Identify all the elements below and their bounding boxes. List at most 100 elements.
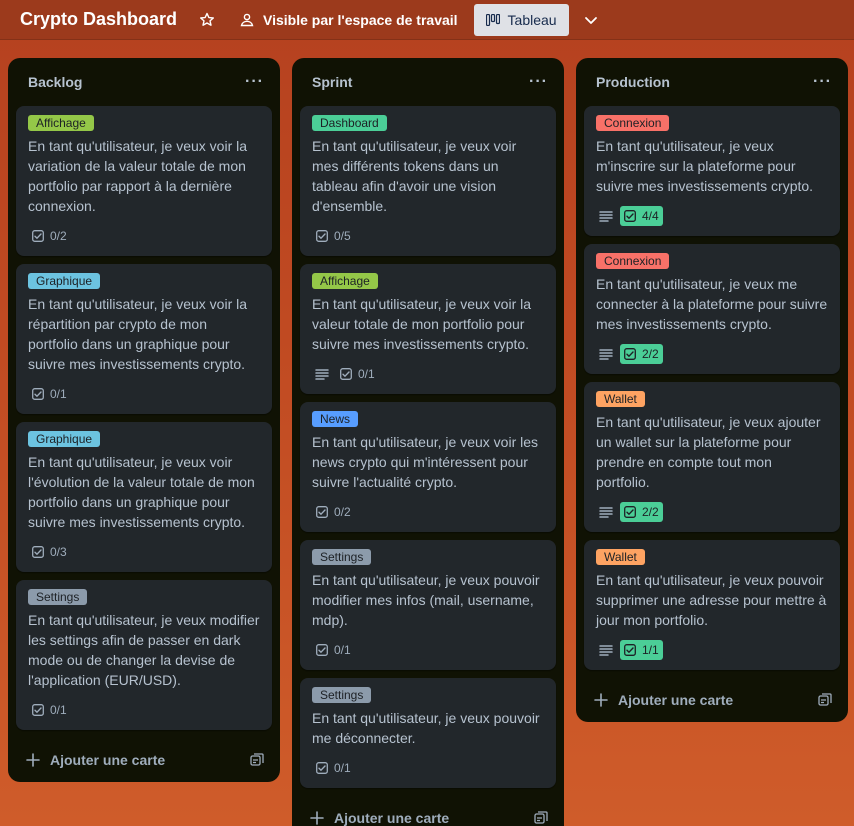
list-backlog: Backlog ··· Affichage En tant qu'utilisateu… (8, 58, 280, 782)
card-title: En tant qu'utilisateur, je veux pouvoir … (312, 710, 540, 746)
card-title: En tant qu'utilisateur, je veux ajouter … (596, 414, 821, 490)
list-title[interactable]: Sprint (312, 74, 352, 90)
list-production: Production ··· Connexion En tant qu'utilisa… (576, 58, 848, 722)
list-title[interactable]: Backlog (28, 74, 82, 90)
people-icon (240, 13, 254, 26)
card-label[interactable]: Settings (312, 687, 372, 703)
card[interactable]: Graphique En tant qu'utilisateur, je veux… (16, 264, 272, 414)
add-card-button[interactable]: Ajouter une carte (310, 810, 449, 826)
view-switcher-button[interactable]: Tableau (473, 3, 569, 36)
card[interactable]: News En tant qu'utilisateur, je veux voir… (300, 402, 556, 532)
add-card-label: Ajouter une carte (334, 810, 450, 826)
card-template-icon[interactable] (818, 693, 832, 707)
card[interactable]: Graphique En tant qu'utilisateur, je veux… (16, 422, 272, 572)
card-label[interactable]: Affichage (28, 115, 94, 131)
card-badges: 0/1 (312, 638, 544, 662)
checklist-count: 0/5 (334, 229, 351, 243)
card-label[interactable]: Graphique (28, 273, 101, 289)
checklist-badge: 0/3 (28, 542, 71, 562)
card[interactable]: Affichage En tant qu'utilisateur, je veux… (16, 106, 272, 256)
card-title: En tant qu'utilisateur, je veux voir la … (312, 296, 532, 352)
checklist-icon (316, 230, 328, 242)
card-label[interactable]: News (312, 411, 359, 427)
checklist-icon (624, 210, 636, 222)
checklist-icon (32, 388, 44, 400)
board-view-icon (485, 13, 500, 26)
card-title: En tant qu'utilisateur, je veux voir les… (312, 434, 539, 490)
checklist-badge: 0/1 (312, 758, 355, 778)
list-menu-icon[interactable]: ··· (813, 73, 832, 91)
checklist-count: 0/1 (334, 761, 351, 775)
card[interactable]: Settings En tant qu'utilisateur, je veux … (300, 540, 556, 670)
checklist-count: 2/2 (642, 347, 659, 361)
card-title: En tant qu'utilisateur, je veux voir la … (28, 138, 248, 214)
plus-icon (310, 811, 324, 825)
board-title[interactable]: Crypto Dashboard (20, 9, 177, 30)
checklist-count: 0/2 (334, 505, 351, 519)
checklist-count: 0/1 (334, 643, 351, 657)
checklist-count: 0/1 (50, 387, 67, 401)
card-title: En tant qu'utilisateur, je veux me conne… (596, 276, 828, 332)
add-card-button[interactable]: Ajouter une carte (594, 692, 733, 708)
card[interactable]: Wallet En tant qu'utilisateur, je veux aj… (584, 382, 840, 532)
checklist-icon (624, 506, 636, 518)
checklist-icon (340, 368, 352, 380)
card-title: En tant qu'utilisateur, je veux pouvoir … (312, 572, 540, 628)
plus-icon (594, 693, 608, 707)
list-menu-icon[interactable]: ··· (245, 73, 264, 91)
checklist-badge: 0/1 (312, 640, 355, 660)
chevron-down-icon[interactable] (583, 12, 599, 28)
card-title: En tant qu'utilisateur, je veux voir l'é… (28, 454, 255, 530)
add-card-row: Ajouter une carte (300, 796, 556, 826)
checklist-count: 1/1 (642, 643, 659, 657)
add-card-label: Ajouter une carte (50, 752, 166, 768)
card-template-icon[interactable] (534, 811, 548, 825)
add-card-row: Ajouter une carte (16, 738, 272, 782)
card-label[interactable]: Affichage (312, 273, 378, 289)
card[interactable]: Settings En tant qu'utilisateur, je veux … (300, 678, 556, 788)
card-label[interactable]: Wallet (596, 549, 645, 565)
card-label[interactable]: Settings (28, 589, 88, 605)
card-title: En tant qu'utilisateur, je veux modifier… (28, 612, 260, 688)
card-badges: 0/1 (312, 362, 544, 386)
card-label[interactable]: Dashboard (312, 115, 387, 131)
card-label[interactable]: Connexion (596, 115, 670, 131)
star-icon[interactable] (199, 12, 215, 28)
card-badges: 0/3 (28, 540, 260, 564)
list-title[interactable]: Production (596, 74, 670, 90)
list-sprint: Sprint ··· Dashboard En tant qu'utilisateur… (292, 58, 564, 826)
card-label[interactable]: Settings (312, 549, 372, 565)
card-badges: 0/2 (312, 500, 544, 524)
description-icon (599, 349, 613, 360)
checklist-badge: 0/1 (28, 384, 71, 404)
card[interactable]: Wallet En tant qu'utilisateur, je veux po… (584, 540, 840, 670)
list-header: Sprint ··· (300, 66, 556, 98)
card-title: En tant qu'utilisateur, je veux m'inscri… (596, 138, 814, 194)
checklist-badge: 0/1 (336, 364, 379, 384)
checklist-badge: 4/4 (620, 206, 663, 226)
checklist-count: 0/3 (50, 545, 67, 559)
view-switcher-label: Tableau (507, 11, 557, 28)
board-header: Crypto Dashboard Visible par l'espace de… (0, 0, 854, 40)
add-card-button[interactable]: Ajouter une carte (26, 752, 165, 768)
card-label[interactable]: Graphique (28, 431, 101, 447)
list-header: Production ··· (584, 66, 840, 98)
card[interactable]: Connexion En tant qu'utilisateur, je veux… (584, 244, 840, 374)
card-label[interactable]: Connexion (596, 253, 670, 269)
plus-icon (26, 753, 40, 767)
card-badges: 0/1 (28, 698, 260, 722)
card[interactable]: Settings En tant qu'utilisateur, je veux … (16, 580, 272, 730)
checklist-icon (316, 762, 328, 774)
card[interactable]: Affichage En tant qu'utilisateur, je veux… (300, 264, 556, 394)
checklist-badge: 1/1 (620, 640, 663, 660)
list-menu-icon[interactable]: ··· (529, 73, 548, 91)
card[interactable]: Connexion En tant qu'utilisateur, je veux… (584, 106, 840, 236)
card-template-icon[interactable] (250, 753, 264, 767)
card-label[interactable]: Wallet (596, 391, 645, 407)
card[interactable]: Dashboard En tant qu'utilisateur, je veux… (300, 106, 556, 256)
checklist-count: 4/4 (642, 209, 659, 223)
checklist-count: 2/2 (642, 505, 659, 519)
checklist-badge: 0/2 (312, 502, 355, 522)
checklist-icon (316, 644, 328, 656)
visibility-button[interactable]: Visible par l'espace de travail (239, 12, 458, 28)
